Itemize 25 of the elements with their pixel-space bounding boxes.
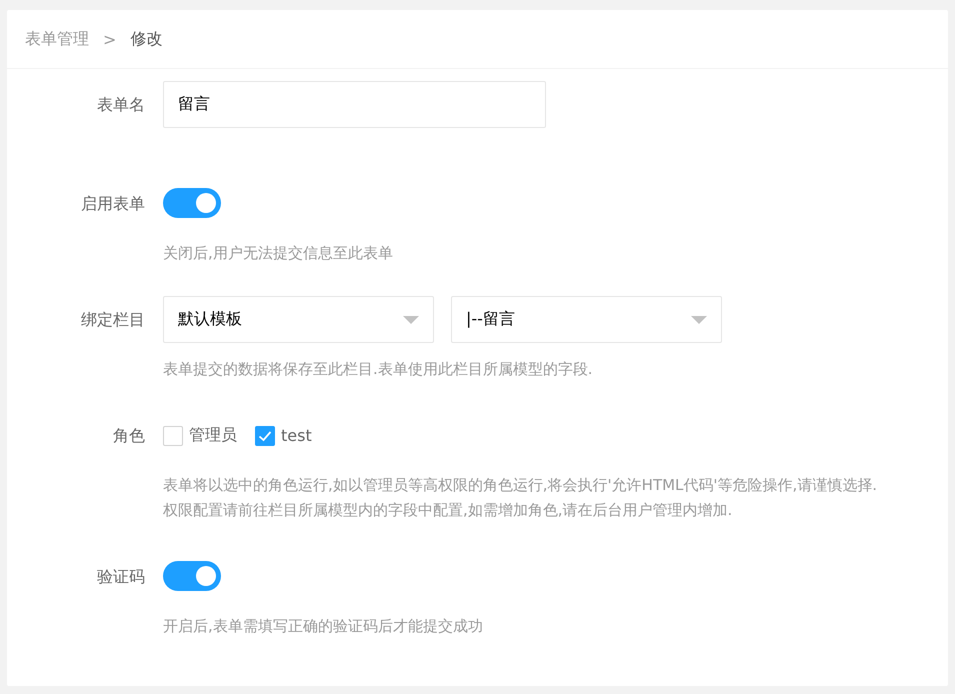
breadcrumb-item[interactable]: 修改 — [130, 28, 162, 50]
field-label: 验证码 — [96, 566, 145, 588]
checkbox[interactable] — [163, 426, 183, 446]
caret-icon — [403, 316, 419, 324]
breadcrumb-separator: > — [102, 30, 118, 48]
toggle-switch[interactable] — [163, 561, 221, 591]
field-label: 角色 — [112, 425, 145, 447]
hint-text: 表单提交的数据将保存至此栏目.表单使用此栏目所属模型的字段. — [163, 359, 594, 380]
select-dropdown[interactable]: 默认模板 — [163, 296, 434, 343]
hint-text: 关闭后,用户无法提交信息至此表单 — [163, 243, 394, 264]
field-label: 绑定栏目 — [80, 309, 145, 331]
select-value: 默认模板 — [178, 309, 242, 330]
checkbox[interactable] — [255, 426, 275, 446]
toggle-switch[interactable] — [163, 188, 221, 218]
check-icon — [258, 430, 272, 442]
select-value: |--留言 — [466, 309, 515, 330]
field-label: 启用表单 — [80, 193, 145, 215]
select-dropdown[interactable]: |--留言 — [451, 296, 722, 343]
field-label: 表单名 — [96, 94, 145, 116]
checkbox-label: test — [281, 426, 312, 445]
checkbox-label: 管理员 — [189, 425, 237, 446]
text-field[interactable]: 留言 — [163, 81, 546, 128]
caret-icon — [691, 316, 707, 324]
hint-text: 表单将以选中的角色运行,如以管理员等高权限的角色运行,将会执行'允许HTML代码'等危险操作,请谨慎选择. 权限配置请前往栏目所属模型内的字段中配置,如需增加角色,请在后台用户管理内增加. — [163, 475, 878, 521]
hint-text: 开启后,表单需填写正确的验证码后才能提交成功 — [163, 616, 484, 637]
